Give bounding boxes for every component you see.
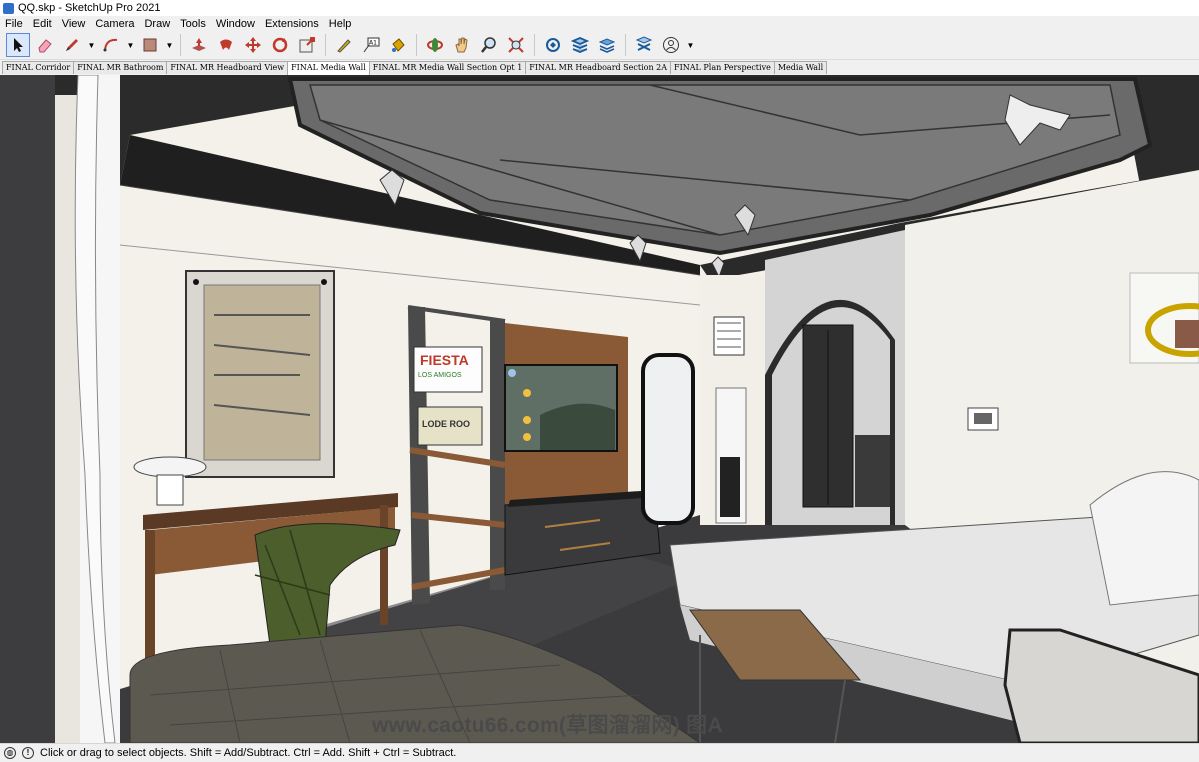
toolbar-separator — [325, 34, 326, 56]
account-tool[interactable] — [659, 33, 683, 57]
menu-file[interactable]: File — [0, 18, 28, 30]
toolbar-separator — [180, 34, 181, 56]
user-account-icon — [663, 37, 679, 53]
rectangle-icon — [143, 38, 157, 52]
menu-extensions[interactable]: Extensions — [260, 18, 324, 30]
scene-tab-active[interactable]: FINAL Media Wall — [287, 61, 370, 75]
scene-tabs: FINAL Corridor FINAL MR Bathroom FINAL M… — [2, 61, 828, 75]
zoom-tool[interactable] — [477, 33, 501, 57]
pan-tool[interactable] — [450, 33, 474, 57]
geo-location-icon[interactable]: ◍ — [4, 747, 16, 759]
follow-me-icon — [220, 39, 232, 50]
rotate-icon — [272, 37, 288, 53]
scale-tool[interactable] — [295, 33, 319, 57]
info-icon[interactable]: ! — [22, 747, 34, 759]
toolbar-separator — [534, 34, 535, 56]
poster-amigos-text: LOS AMIGOS — [418, 372, 462, 379]
window-title: QQ.skp - SketchUp Pro 2021 — [18, 2, 161, 14]
menu-tools[interactable]: Tools — [175, 18, 211, 30]
status-text: Click or drag to select objects. Shift =… — [40, 747, 457, 759]
scene-tab[interactable]: FINAL MR Headboard Section 2A — [525, 61, 672, 74]
sketchup-app-icon — [3, 2, 14, 14]
move-icon — [245, 37, 261, 53]
paint-bucket-tool[interactable] — [386, 33, 410, 57]
move-tool[interactable] — [241, 33, 265, 57]
poster-fiesta-text: FIESTA — [420, 352, 469, 368]
account-dropdown-icon[interactable]: ▼ — [686, 33, 695, 57]
scale-icon — [299, 37, 315, 53]
main-toolbar: ▼ ▼ ▼ A1 ▼ — [0, 31, 1199, 60]
toolbar-separator — [625, 34, 626, 56]
rotate-tool[interactable] — [268, 33, 292, 57]
zoom-extents-tool[interactable] — [504, 33, 528, 57]
menu-view[interactable]: View — [57, 18, 91, 30]
extension-warehouse-icon — [571, 37, 589, 53]
arrow-cursor-icon — [14, 38, 23, 52]
scene-tab[interactable]: Media Wall — [773, 61, 828, 74]
title-bar: QQ.skp - SketchUp Pro 2021 — [0, 0, 1199, 16]
scene-tab[interactable]: FINAL MR Media Wall Section Opt 1 — [368, 61, 527, 74]
3d-warehouse-tool[interactable] — [541, 33, 565, 57]
zoom-extents-icon — [508, 37, 524, 53]
push-pull-icon — [192, 38, 206, 51]
menu-draw[interactable]: Draw — [139, 18, 175, 30]
extension-warehouse-tool[interactable] — [568, 33, 592, 57]
scene-tab[interactable]: FINAL MR Headboard View — [166, 61, 289, 74]
arc-dropdown-icon[interactable]: ▼ — [126, 33, 135, 57]
text-tool[interactable]: A1 — [359, 33, 383, 57]
layout-tool[interactable] — [595, 33, 619, 57]
warehouse-icon — [546, 38, 560, 52]
orbit-tool[interactable] — [423, 33, 447, 57]
eraser-tool[interactable] — [33, 33, 57, 57]
pencil-line-tool[interactable] — [60, 33, 84, 57]
poster-lode-text: LODE ROO — [422, 419, 470, 429]
tape-measure-icon — [337, 39, 351, 53]
arc-icon — [103, 38, 118, 52]
menu-window[interactable]: Window — [211, 18, 260, 30]
pencil-dropdown-icon[interactable]: ▼ — [87, 33, 96, 57]
scene-tab[interactable]: FINAL Corridor — [2, 61, 75, 74]
push-pull-tool[interactable] — [187, 33, 211, 57]
text-icon: A1 — [363, 37, 380, 53]
shape-dropdown-icon[interactable]: ▼ — [165, 33, 174, 57]
eraser-icon — [38, 39, 52, 53]
extension-manager-tool[interactable] — [632, 33, 656, 57]
model-viewport[interactable]: FIESTA LOS AMIGOS LODE ROO www.caotu66.c… — [0, 75, 1199, 743]
layout-icon — [598, 38, 616, 53]
menu-camera[interactable]: Camera — [90, 18, 139, 30]
shape-tool[interactable] — [138, 33, 162, 57]
scene-tab[interactable]: FINAL MR Bathroom — [73, 61, 168, 74]
extension-manager-icon — [635, 36, 653, 51]
arc-tool[interactable] — [99, 33, 123, 57]
toolbar-separator — [416, 34, 417, 56]
zoom-icon — [481, 37, 496, 53]
follow-me-tool[interactable] — [214, 33, 238, 57]
scene-tab[interactable]: FINAL Plan Perspective — [670, 61, 775, 74]
pencil-icon — [66, 39, 78, 51]
menu-help[interactable]: Help — [324, 18, 357, 30]
status-bar: ◍ ! Click or drag to select objects. Shi… — [0, 743, 1199, 762]
orbit-icon — [427, 38, 443, 52]
menu-edit[interactable]: Edit — [28, 18, 57, 30]
select-tool[interactable] — [6, 33, 30, 57]
menu-bar: File Edit View Camera Draw Tools Window … — [0, 16, 1199, 31]
watermark-text: www.caotu66.com(草图溜溜网) 图A — [372, 714, 723, 737]
hand-icon — [455, 37, 468, 53]
room-scene: FIESTA LOS AMIGOS LODE ROO — [0, 75, 1199, 743]
svg-text:A1: A1 — [369, 40, 377, 47]
tape-measure-tool[interactable] — [332, 33, 356, 57]
paint-bucket-icon — [392, 38, 405, 52]
